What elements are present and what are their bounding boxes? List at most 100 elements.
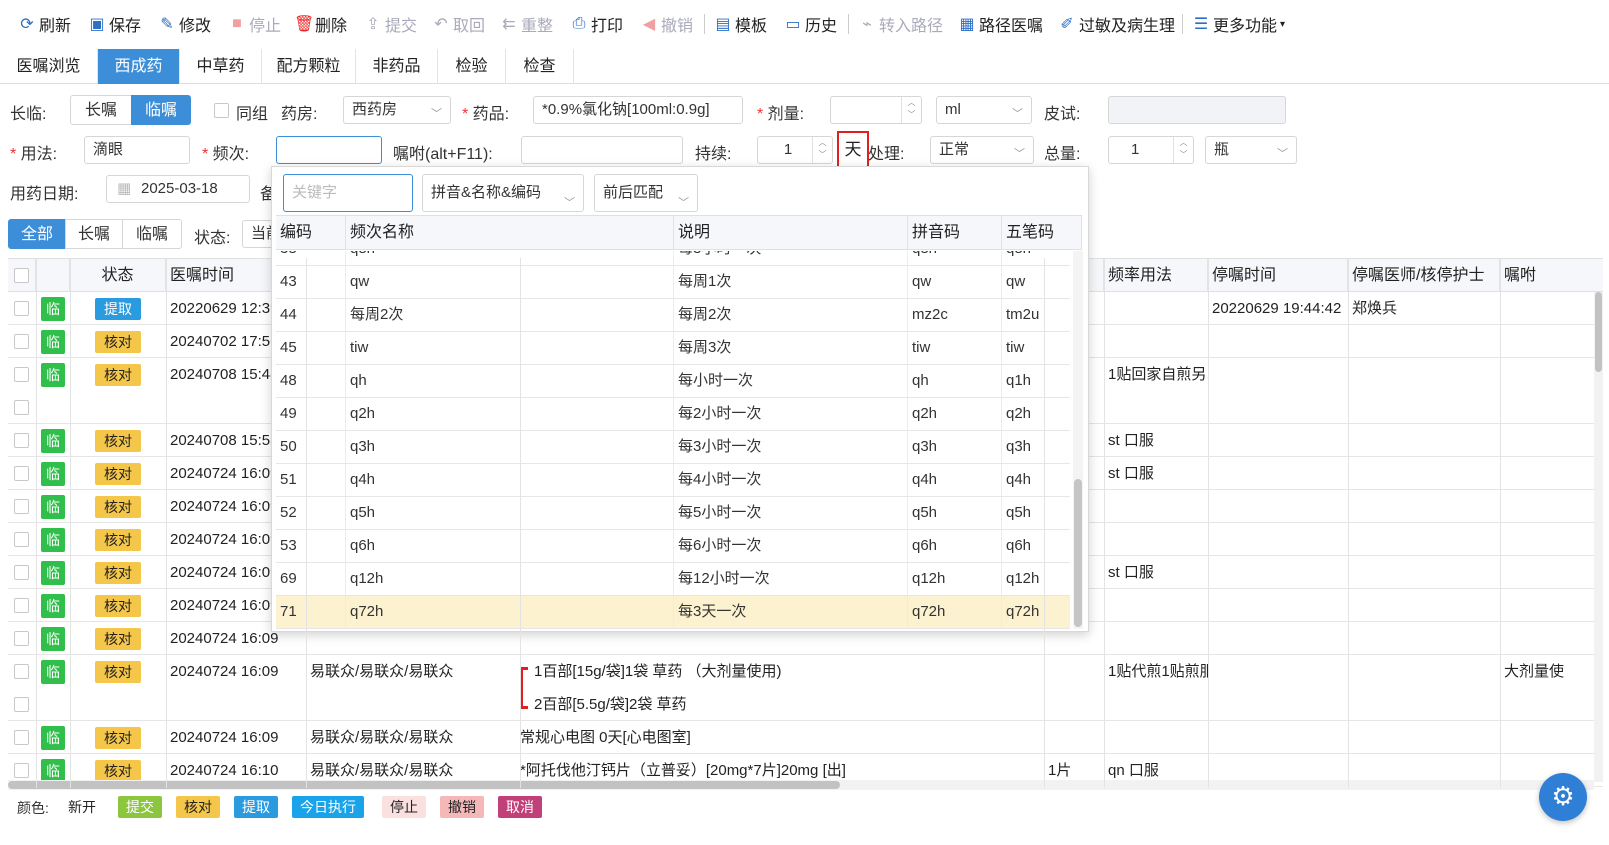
freq-name-cell: q3h (346, 431, 674, 463)
filter-all[interactable]: 全部 (8, 219, 66, 249)
frequency-option-row[interactable]: 48 qh 每小时一次 qh q1h (276, 365, 1082, 398)
dose-input[interactable]: ︿ ﹀ (830, 96, 922, 124)
row-checkbox[interactable] (14, 400, 29, 415)
spinner-icon[interactable]: ︿ ﹀ (901, 97, 921, 123)
frequency-option-row[interactable]: 43 qw 每周1次 qw qw (276, 266, 1082, 299)
into-path-button[interactable]: ⌁ 转入路径 (858, 12, 943, 36)
regroup-button[interactable]: ⇇ 重整 (500, 12, 553, 36)
scrollbar-thumb[interactable] (1595, 292, 1602, 372)
frequency-option-row[interactable]: 71 q72h 每3天一次 q72h q72h (276, 596, 1082, 629)
table-horizontal-scrollbar[interactable] (8, 780, 1594, 790)
entrust-input[interactable] (521, 136, 683, 164)
folder-icon: ▭ (785, 16, 801, 33)
filter-long[interactable]: 长嘱 (65, 219, 123, 249)
same-group-checkbox[interactable] (214, 103, 229, 118)
frequency-option-row[interactable]: 51 q4h 每4小时一次 q4h q4h (276, 464, 1082, 497)
temp-order-toggle[interactable]: 临嘱 (131, 95, 191, 125)
dose-unit-select[interactable]: ml ﹀ (936, 96, 1032, 124)
long-order-toggle[interactable]: 长嘱 (70, 95, 132, 125)
frequency-option-row[interactable]: 52 q5h 每5小时一次 q5h q5h (276, 497, 1082, 530)
tab-lab[interactable]: 检验 (438, 49, 506, 84)
tab-herbal[interactable]: 中草药 (180, 49, 262, 84)
settings-gear-icon[interactable]: ⚙ (1539, 773, 1587, 821)
select-all-checkbox[interactable] (14, 268, 29, 283)
row-checkbox[interactable] (14, 697, 29, 712)
pharmacy-select[interactable]: 西药房 ﹀ (343, 96, 451, 124)
tab-non-drug[interactable]: 非药品 (356, 49, 438, 84)
frequency-input[interactable] (276, 136, 382, 164)
search-mode-select[interactable]: 拼音&名称&编码 ﹀ (422, 174, 584, 212)
row-checkbox[interactable] (14, 433, 29, 448)
popup-scrollbar[interactable] (1073, 251, 1083, 629)
frequency-option-row[interactable]: 38q8h每8小时一次q8hq8h (276, 251, 1082, 266)
stop-button[interactable]: ■ 停止 (228, 12, 281, 36)
match-mode-select[interactable]: 前后匹配 ﹀ (594, 174, 698, 212)
tab-western-medicine[interactable]: 西成药 (98, 49, 180, 84)
table-row[interactable]: 临 核对 20240724 16:09:53 易联众/易联众/易联众 1百部[15g/袋… (8, 655, 1603, 721)
spinner-icon[interactable]: ︿ ﹀ (1173, 137, 1193, 163)
handle-select[interactable]: 正常 ﹀ (930, 136, 1034, 164)
row-checkbox[interactable] (14, 499, 29, 514)
print-button[interactable]: ⎙ 打印 (570, 12, 623, 36)
freq-code-cell: 53 (276, 530, 346, 562)
spinner-icon[interactable]: ︿ ﹀ (812, 137, 832, 163)
row-checkbox[interactable] (14, 367, 29, 382)
row-checkbox[interactable] (14, 664, 29, 679)
column-divider (166, 258, 167, 788)
select-all-cell[interactable] (8, 259, 36, 292)
freq-wb-cell: q3h (1002, 431, 1082, 463)
template-button[interactable]: ▤ 模板 (714, 12, 767, 36)
total-unit-select[interactable]: 瓶 ﹀ (1205, 136, 1297, 164)
table-row[interactable]: 临 核对 20240724 16:09:53 易联众/易联众/易联众 常规心电图 0天[… (8, 721, 1603, 754)
freq-code-cell: 48 (276, 365, 346, 397)
order-time-cell: 20240724 16:09 (170, 597, 278, 614)
drug-input[interactable]: *0.9%氯化钠[100ml:0.9g] (533, 96, 743, 124)
allergy-button[interactable]: ✐ 过敏及病生理 (1058, 12, 1175, 36)
edit-button[interactable]: ✎ 修改 (158, 12, 211, 36)
more-button[interactable]: ☰ 更多功能 ▾ (1192, 12, 1285, 36)
freq-name-cell: q4h (346, 464, 674, 496)
back-arrow-icon: ◀ (642, 16, 656, 33)
history-button[interactable]: ▭ 历史 (784, 12, 837, 36)
duration-input[interactable]: 1 ︿ ﹀ (757, 136, 833, 164)
freq-desc-cell: 每5小时一次 (674, 497, 908, 529)
frequency-option-row[interactable]: 50 q3h 每3小时一次 q3h q3h (276, 431, 1082, 464)
submit-button[interactable]: ⇪ 提交 (364, 12, 417, 36)
tab-formula-granules[interactable]: 配方颗粒 (262, 49, 356, 84)
order-time-cell: 20240724 16:09 (170, 564, 278, 581)
save-button[interactable]: ▣ 保存 (88, 12, 141, 36)
cancel-button[interactable]: ◀ 撤销 (640, 12, 693, 36)
keyword-search-input[interactable]: 关键字 (283, 174, 413, 212)
scrollbar-thumb[interactable] (8, 781, 840, 789)
refresh-button[interactable]: ⟳ 刷新 (18, 12, 71, 36)
row-checkbox[interactable] (14, 301, 29, 316)
date-input[interactable]: ▦ 2025-03-18 (106, 175, 250, 203)
row-checkbox[interactable] (14, 763, 29, 778)
path-order-button[interactable]: ▦ 路径医嘱 (958, 12, 1043, 36)
tab-exam[interactable]: 检查 (506, 49, 574, 84)
filter-temp[interactable]: 临嘱 (122, 219, 182, 249)
frequency-option-row[interactable]: 69 q12h 每12小时一次 q12h q12h (276, 563, 1082, 596)
row-checkbox[interactable] (14, 334, 29, 349)
row-checkbox[interactable] (14, 730, 29, 745)
row-checkbox[interactable] (14, 598, 29, 613)
frequency-option-row[interactable]: 49 q2h 每2小时一次 q2h q2h (276, 398, 1082, 431)
frequency-picker-popup: 关键字 拼音&名称&编码﹀ 前后匹配﹀ 编码 频次名称 说明 拼音码 五笔码 3… (271, 166, 1089, 632)
temp-order-badge: 临 (41, 363, 65, 387)
tab-order-browse[interactable]: 医嘱浏览 (0, 49, 98, 84)
revoke-button[interactable]: ↶ 取回 (432, 12, 485, 36)
row-checkbox[interactable] (14, 532, 29, 547)
delete-button[interactable]: 🗑 删除 (294, 12, 347, 36)
duration-unit[interactable]: 天 (837, 131, 869, 169)
frequency-option-row[interactable]: 44 每周2次 每周2次 mz2c tm2u (276, 299, 1082, 332)
total-input[interactable]: 1 ︿ ﹀ (1108, 136, 1194, 164)
frequency-option-row[interactable]: 45 tiw 每周3次 tiw tiw (276, 332, 1082, 365)
usage-input[interactable]: 滴眼 (84, 136, 190, 164)
scrollbar-thumb[interactable] (1074, 479, 1082, 627)
row-checkbox[interactable] (14, 631, 29, 646)
table-vertical-scrollbar[interactable] (1594, 292, 1603, 782)
row-checkbox[interactable] (14, 565, 29, 580)
row-checkbox[interactable] (14, 466, 29, 481)
column-divider (1104, 258, 1105, 788)
frequency-option-row[interactable]: 53 q6h 每6小时一次 q6h q6h (276, 530, 1082, 563)
